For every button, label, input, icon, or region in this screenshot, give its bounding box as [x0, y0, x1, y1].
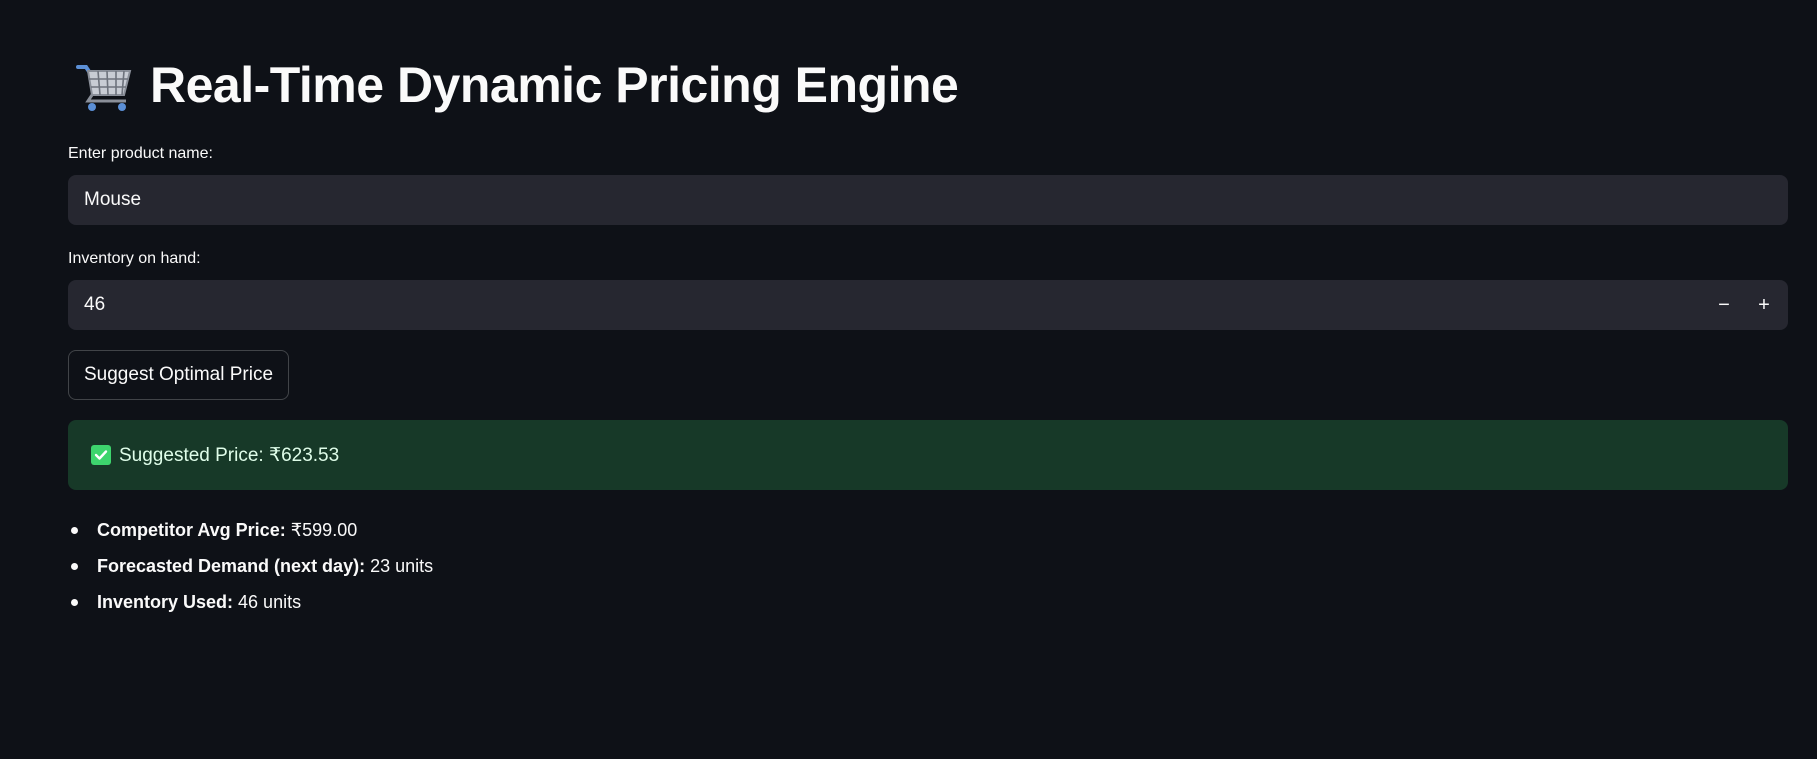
inventory-number-input[interactable]: 46 − +	[68, 280, 1788, 330]
success-alert: Suggested Price: ₹623.53	[68, 420, 1788, 490]
list-item-inventory-used: Inventory Used: 46 units	[68, 584, 433, 620]
page-title: Real-Time Dynamic Pricing Engine	[150, 57, 959, 113]
list-item-forecasted-demand: Forecasted Demand (next day): 23 units	[68, 548, 433, 584]
product-name-value: Mouse	[84, 189, 142, 210]
increment-button[interactable]: +	[1744, 280, 1784, 330]
plus-icon: +	[1758, 293, 1770, 316]
product-name-label: Enter product name:	[68, 145, 213, 162]
inventory-label: Inventory on hand:	[68, 250, 201, 267]
check-mark-icon	[91, 445, 111, 465]
detail-label: Competitor Avg Price:	[97, 520, 291, 540]
page-header: Real-Time Dynamic Pricing Engine	[76, 52, 959, 118]
product-name-input[interactable]: Mouse	[68, 175, 1788, 225]
minus-icon: −	[1718, 293, 1730, 316]
detail-value: ₹599.00	[290, 520, 358, 540]
detail-label: Inventory Used:	[97, 592, 239, 612]
bullet	[71, 599, 78, 606]
detail-label: Forecasted Demand (next day):	[97, 556, 371, 576]
suggested-price-text: Suggested Price: ₹623.53	[119, 444, 340, 466]
bullet	[71, 563, 78, 570]
shopping-cart-icon	[76, 57, 132, 113]
details-list: Competitor Avg Price: ₹599.00 Forecasted…	[68, 512, 433, 620]
detail-value: 23 units	[370, 556, 434, 576]
inventory-value: 46	[84, 294, 106, 315]
list-item-competitor-price: Competitor Avg Price: ₹599.00	[68, 512, 433, 548]
detail-value: 46 units	[238, 592, 302, 612]
suggest-optimal-price-button[interactable]: Suggest Optimal Price	[68, 350, 290, 400]
bullet	[71, 527, 78, 534]
decrement-button[interactable]: −	[1704, 280, 1744, 330]
